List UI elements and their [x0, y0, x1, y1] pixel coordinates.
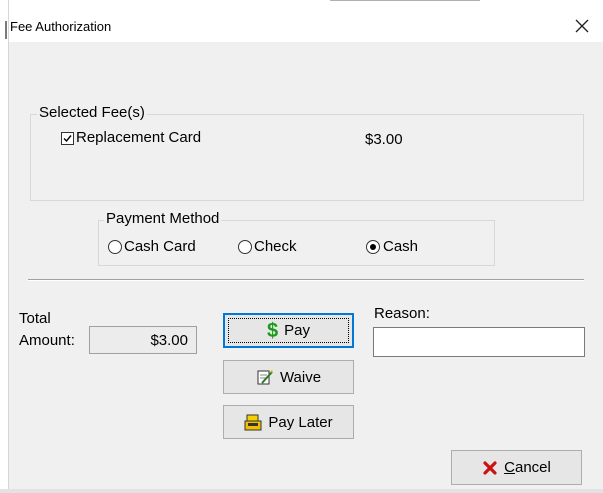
- amount-label: Amount:: [19, 332, 75, 349]
- cancel-mnemonic: C: [504, 459, 515, 476]
- separator: [28, 279, 584, 281]
- window-top-edge: [330, 0, 480, 1]
- selected-fees-group: [30, 114, 584, 201]
- pay-later-button[interactable]: Pay Later: [223, 405, 354, 439]
- check-radio[interactable]: [238, 240, 252, 254]
- close-icon[interactable]: [573, 17, 591, 35]
- payment-method-legend: Payment Method: [104, 210, 222, 227]
- window-title: Fee Authorization: [10, 19, 112, 34]
- focus-indicator: [228, 318, 349, 343]
- cash-label[interactable]: Cash: [383, 238, 418, 255]
- pay-button[interactable]: $ Pay: [223, 313, 354, 348]
- replacement-card-checkbox[interactable]: [61, 132, 74, 145]
- x-icon: [482, 460, 498, 476]
- reason-label: Reason:: [374, 305, 430, 322]
- waive-button[interactable]: Waive: [223, 360, 354, 394]
- replacement-card-label: Replacement Card: [76, 129, 202, 146]
- total-label: Total: [19, 310, 51, 327]
- waive-icon: [256, 368, 274, 386]
- window-left-edge: [0, 0, 9, 493]
- cash-card-label[interactable]: Cash Card: [124, 238, 196, 255]
- total-amount-field: $3.00: [89, 326, 197, 354]
- check-label[interactable]: Check: [254, 238, 297, 255]
- reason-input[interactable]: [373, 327, 585, 357]
- window-edge-marker: [5, 21, 7, 39]
- cancel-button-label: Cancel: [504, 459, 551, 476]
- window-bottom-edge: [0, 489, 603, 493]
- cash-card-radio[interactable]: [108, 240, 122, 254]
- pay-later-button-label: Pay Later: [268, 413, 333, 431]
- cancel-button[interactable]: Cancel: [451, 450, 582, 485]
- replacement-card-amount: $3.00: [365, 131, 403, 148]
- register-icon: [244, 413, 262, 431]
- cash-radio[interactable]: [366, 240, 380, 254]
- waive-button-label: Waive: [279, 368, 322, 386]
- selected-fees-legend: Selected Fee(s): [37, 104, 147, 121]
